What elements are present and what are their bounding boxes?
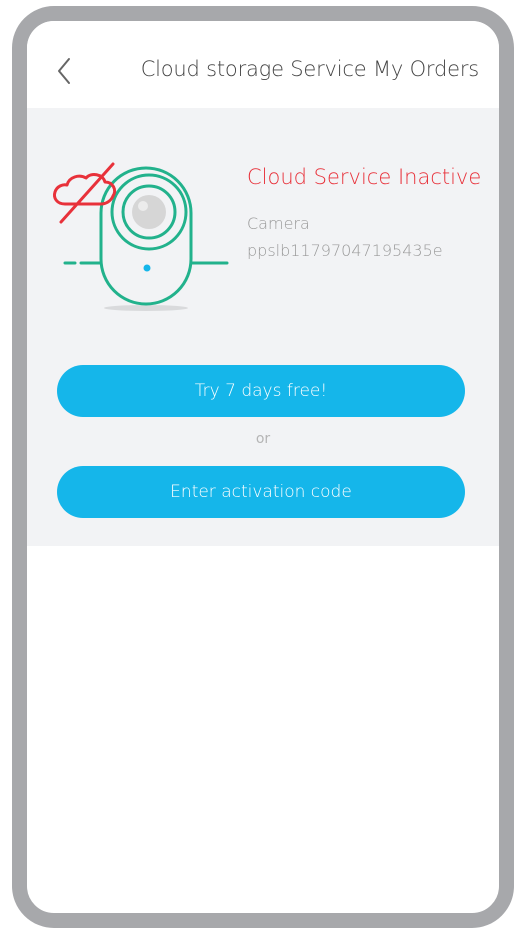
device-id: ppslb11797047195435e xyxy=(247,241,443,260)
device-type-label: Camera xyxy=(247,214,310,233)
chevron-left-icon xyxy=(58,58,70,84)
activation-code-label: Enter activation code xyxy=(170,482,352,502)
header-bar: Cloud storage Service My Orders xyxy=(27,21,499,108)
back-button[interactable] xyxy=(51,51,81,91)
or-separator: or xyxy=(255,431,271,447)
camera-illustration xyxy=(51,160,241,330)
activation-code-button[interactable]: Enter activation code xyxy=(57,466,465,518)
page-title: Cloud storage Service My Orders xyxy=(140,57,480,81)
free-trial-label: Try 7 days free! xyxy=(194,381,328,401)
service-status: Cloud Service Inactive xyxy=(247,165,482,189)
phone-frame: Cloud storage Service My Orders Cloud Se… xyxy=(12,6,514,928)
cloud-service-panel: Cloud Service Inactive Camera ppslb11797… xyxy=(27,108,499,546)
free-trial-button[interactable]: Try 7 days free! xyxy=(57,365,465,417)
